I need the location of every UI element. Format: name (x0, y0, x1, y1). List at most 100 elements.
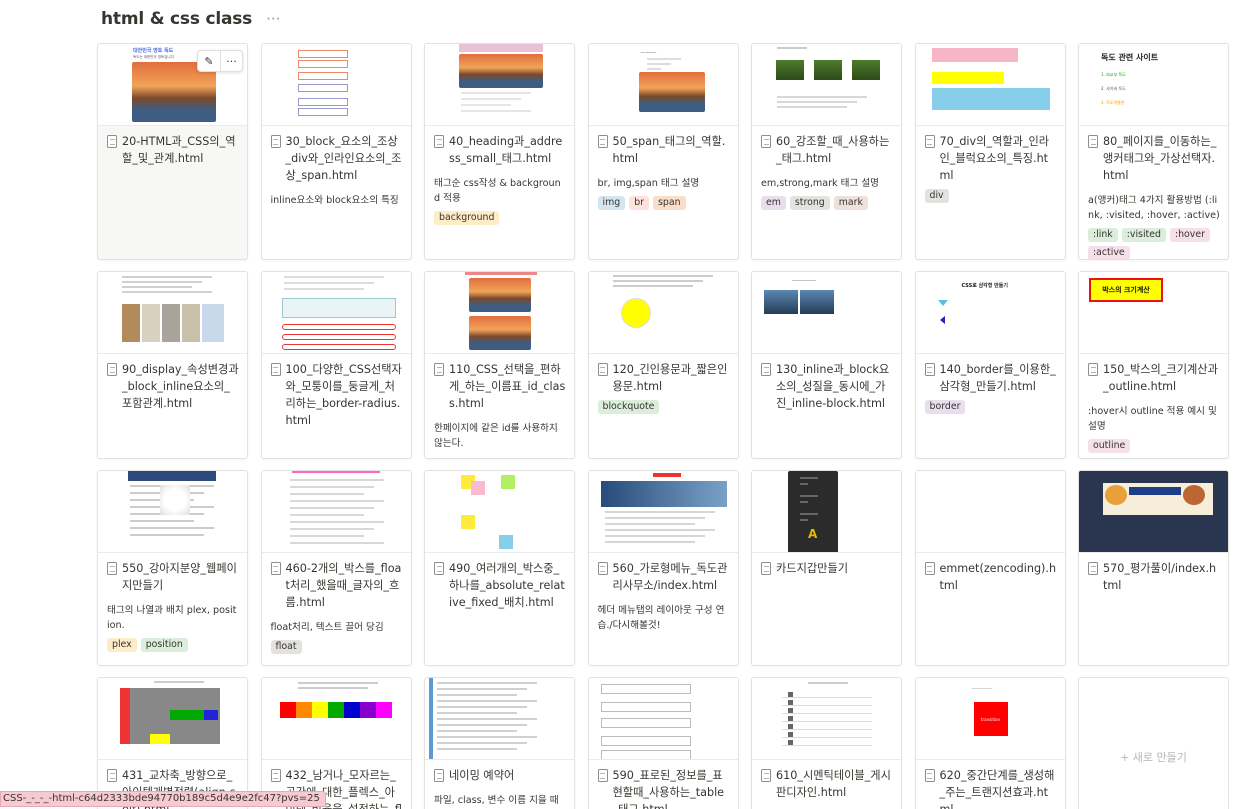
page-icon (761, 769, 771, 782)
gallery-card[interactable]: 570_평가풀이/index.html (1078, 470, 1229, 666)
card-title: 40_heading과_address_small_태그.html (449, 135, 563, 165)
card-preview-image (98, 471, 247, 553)
gallery-card[interactable]: 30_block_요소의_조상_div와_인라인요소의_조상_span.html… (260, 43, 412, 260)
tag-badge: span (653, 196, 686, 210)
preview-heading: 대한민국 영토 독도 (133, 48, 174, 54)
gallery-card[interactable]: 100_다양한_CSS선택자와_모퉁이를_둥글게_처리하는_border-rad… (260, 271, 412, 459)
card-title: 50_span_태그의_역할.html (612, 135, 726, 165)
card-preview-image (588, 678, 738, 760)
gallery-card[interactable]: 590_표로된_정보를_표현할때_사용하는_table_태그.html (587, 677, 739, 809)
gallery-card[interactable]: 90_display_속성변경과_block_inline요소의_포함관계.ht… (97, 271, 248, 459)
preview-heading: CSS로 삼각형 만들기 (961, 283, 1008, 289)
gallery-card[interactable]: 70_div의_역할과_인라인_블럭요소의_특징.htmldiv (914, 43, 1066, 260)
page-icon (1088, 562, 1098, 575)
card-description: 태그의 나열과 배치 plex, position. (107, 605, 237, 631)
card-preview-image (425, 678, 574, 760)
card-title: 네이밍 예약어 (449, 769, 515, 782)
gallery-card[interactable]: 120_긴인용문과_짧은인용문.html blockquote (587, 271, 739, 459)
page-icon (597, 135, 608, 148)
card-title: 70_div의_역할과_인라인_블럭요소의_특징.html (939, 135, 1050, 182)
card-preview-image: ———— (588, 44, 738, 126)
new-card-button[interactable]: + 새로 만들기 (1078, 677, 1229, 809)
tag-badge: float (270, 640, 302, 654)
page-icon (1088, 363, 1098, 376)
card-preview-image (425, 272, 574, 354)
card-preview-image (588, 471, 738, 553)
gallery-card[interactable]: emmet(zencoding).html (914, 470, 1066, 666)
gallery-card[interactable]: 독도 관련 사이트 1. 외교부 독도 2. 사이버 독도 3. 독도박물관 80… (1078, 43, 1229, 260)
gallery-card[interactable]: 432_남거나_모자르는_공간에_대한_플렉스_아이템_비율을_설정하는_fle… (260, 677, 412, 809)
gallery-card[interactable]: CSS로 삼각형 만들기 140_border를_이용한_삼각형_만들기.html… (914, 271, 1066, 459)
card-title: 610_시멘틱테이블_게시판디자인.html (776, 769, 891, 799)
page-icon (107, 135, 117, 148)
preview-transition-box: transition (973, 702, 1008, 736)
gallery-card[interactable]: 60_강조할_때_사용하는_태그.html em,strong,mark 태그 설… (751, 43, 902, 260)
card-title: 490_여러개의_박스중_하나를_absolute_relative_fixed… (449, 562, 565, 609)
card-preview-image: —————— transition (915, 678, 1065, 760)
card-preview-image (425, 471, 574, 553)
card-tags: div (924, 189, 1057, 203)
tag-badge: :visited (1121, 228, 1166, 242)
gallery-card[interactable]: 550_강아지분양_웹페이지만들기태그의 나열과 배치 plex, positi… (97, 470, 248, 666)
gallery-card[interactable]: 40_heading과_address_small_태그.html 태그순 css… (424, 43, 575, 260)
page-icon (107, 562, 117, 575)
card-more-button[interactable]: ··· (220, 51, 242, 71)
page-icon (597, 363, 608, 376)
page-icon (597, 562, 608, 575)
gallery-card[interactable]: 110_CSS_선택을_편하게_하는_이름표_id_class.html 한페이지… (424, 271, 575, 459)
card-title: 60_강조할_때_사용하는_태그.html (776, 135, 890, 165)
tag-badge: mark (833, 196, 868, 210)
card-description: br, img,span 태그 설명 (597, 178, 700, 189)
card-title: 카드지갑만들기 (776, 562, 849, 575)
card-title: 80_페이지를_이동하는_앵커태그와_가상선택자.html (1103, 135, 1217, 182)
card-preview-image (261, 272, 411, 354)
card-tags: float (270, 640, 403, 654)
card-description: 한페이지에 같은 id를 사용하지 않는다. (434, 423, 558, 449)
gallery-more-button[interactable]: ··· (266, 10, 280, 28)
gallery-title[interactable]: html & css class (101, 9, 252, 29)
gallery-card[interactable]: ———— 50_span_태그의_역할.html br, img,span 태그 설… (587, 43, 739, 260)
card-preview-image: —————— (752, 272, 901, 354)
card-preview-image: 박스의 크기계산 (1079, 272, 1228, 354)
page-icon (434, 135, 444, 148)
gallery-card[interactable]: 560_가로형메뉴_독도관리사무소/index.html 헤더 메뉴탭의 레이아웃… (587, 470, 739, 666)
gallery-card[interactable]: 대한민국 영토 독도 독도는 대한민국 영토입니다 ✎ ··· 20-HTML과_CS… (97, 43, 248, 260)
tag-badge: div (924, 189, 949, 203)
card-tags: plex position (107, 638, 239, 652)
gallery-card[interactable]: 431_교차축_방향으로_아이템개별정렬(align-self).html (97, 677, 248, 809)
page-icon (924, 769, 935, 782)
card-title: 140_border를_이용한_삼각형_만들기.html (939, 363, 1056, 393)
gallery-card[interactable]: 490_여러개의_박스중_하나를_absolute_relative_fixed… (424, 470, 575, 666)
card-title: 550_강아지분양_웹페이지만들기 (122, 562, 237, 592)
card-tags: img br span (597, 196, 730, 210)
tag-badge: br (629, 196, 650, 210)
card-preview-image (261, 471, 411, 553)
gallery-card[interactable]: —————— transition 620_중간단계를_생성해_주는_트랜지션효과.… (914, 677, 1066, 809)
card-title: 150_박스의_크기계산과_outline.html (1103, 363, 1218, 393)
page-icon (924, 135, 935, 148)
gallery-card[interactable]: A 카드지갑만들기 (751, 470, 902, 666)
card-description: inline요소와 block요소의 특징 (270, 195, 399, 206)
gallery-card[interactable]: 네이밍 예약어파일, class, 변수 이름 지을 때 사용하는 단축어 (424, 677, 575, 809)
gallery-card[interactable]: 610_시멘틱테이블_게시판디자인.html표만들기 (751, 677, 902, 809)
card-preview-image (915, 44, 1065, 126)
card-preview-image (588, 272, 738, 354)
tag-badge: :active (1088, 246, 1130, 259)
page-icon (270, 135, 281, 148)
page-icon (270, 363, 281, 376)
page-icon (1088, 135, 1098, 148)
tag-badge: position (140, 638, 188, 652)
page-icon (107, 363, 117, 376)
gallery-header: html & css class ··· (101, 8, 280, 30)
edit-icon[interactable]: ✎ (198, 51, 220, 71)
card-preview-image: 독도 관련 사이트 1. 외교부 독도 2. 사이버 독도 3. 독도박물관 (1079, 44, 1228, 126)
gallery-card[interactable]: 박스의 크기계산 150_박스의_크기계산과_outline.html:hover… (1078, 271, 1229, 459)
card-tags: em strong mark (761, 196, 893, 210)
card-title: 460-2개의_박스를_float처리_했을때_글자의_흐름.html (285, 562, 402, 609)
tag-badge: outline (1088, 439, 1131, 453)
page-icon (434, 769, 444, 782)
tag-badge: blockquote (597, 400, 660, 414)
gallery-card[interactable]: —————— 130_inline과_block요소의_성질을_동시에_가진_in… (751, 271, 902, 459)
gallery-card[interactable]: 460-2개의_박스를_float처리_했을때_글자의_흐름.htmlfloat… (260, 470, 412, 666)
card-preview-image (915, 471, 1065, 553)
